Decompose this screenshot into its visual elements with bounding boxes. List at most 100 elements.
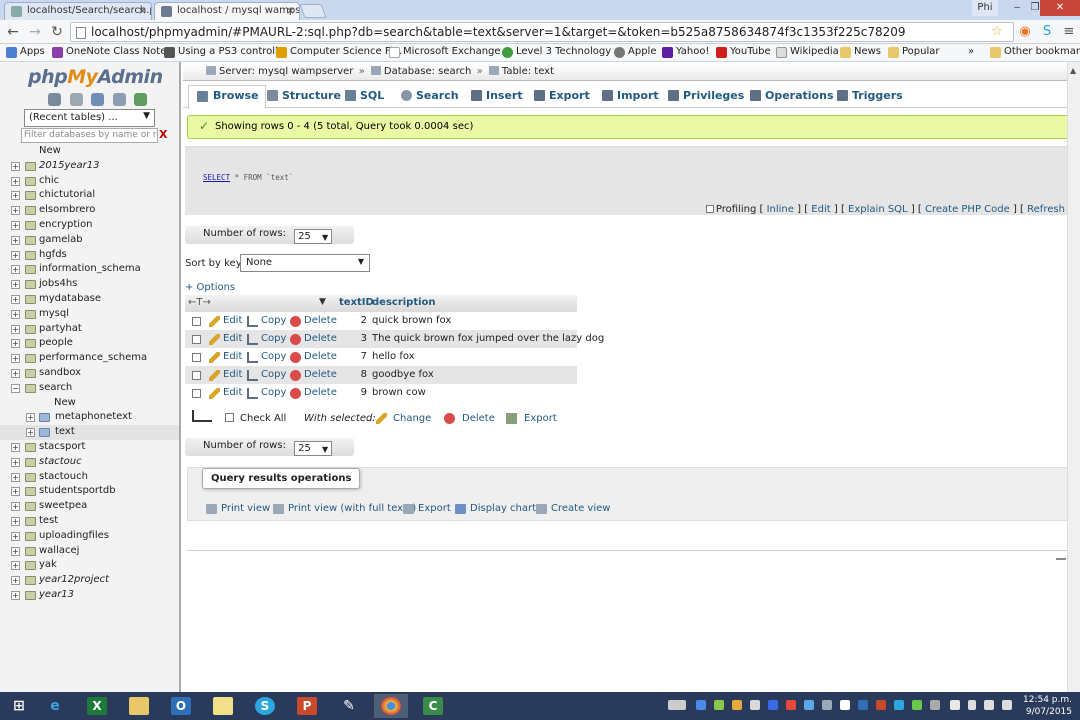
database-item[interactable]: + chic (0, 174, 179, 189)
expand-icon[interactable]: + (11, 368, 20, 378)
camtasia-icon[interactable]: C (416, 694, 450, 718)
database-item[interactable]: − search (0, 381, 179, 396)
database-item[interactable]: + chictutorial (0, 188, 179, 203)
tray-icon[interactable] (858, 700, 868, 710)
database-item[interactable]: + people (0, 336, 179, 351)
row-copy-button[interactable]: Copy (247, 351, 286, 363)
database-item[interactable]: + studentsportdb (0, 484, 179, 499)
bookmark-star-icon[interactable]: ☆ (988, 23, 1006, 41)
bookmark-news-folder[interactable]: News (840, 46, 881, 58)
database-item[interactable]: + text (0, 425, 179, 440)
cell-description[interactable]: The quick brown fox jumped over the lazy… (372, 333, 604, 344)
tray-icon[interactable] (696, 700, 706, 710)
expand-icon[interactable]: + (11, 354, 20, 364)
row-checkbox[interactable] (192, 389, 201, 398)
reload-icon[interactable]: ↻ (48, 23, 66, 41)
row-copy-button[interactable]: Copy (247, 333, 286, 345)
row-delete-button[interactable]: Delete (290, 315, 337, 327)
expand-icon[interactable]: + (11, 250, 20, 260)
options-link[interactable]: + Options (185, 282, 235, 293)
excel-icon[interactable]: X (80, 694, 114, 718)
tab-export[interactable]: Export (531, 89, 590, 102)
expand-icon[interactable]: + (11, 339, 20, 349)
edit-link[interactable]: Edit (811, 204, 830, 215)
expand-icon[interactable]: + (11, 324, 20, 334)
database-item[interactable]: + elsombrero (0, 203, 179, 218)
database-item[interactable]: + year13 (0, 588, 179, 603)
phpmyadmin-logo[interactable]: phpMyAdmin (28, 66, 163, 88)
database-item[interactable]: + wallacej (0, 544, 179, 559)
database-item[interactable]: + performance_schema (0, 351, 179, 366)
close-window-icon[interactable]: ✕ (1040, 0, 1080, 16)
expand-icon[interactable]: + (11, 294, 20, 304)
expand-icon[interactable]: + (11, 590, 20, 600)
export-link[interactable]: Export (403, 503, 451, 514)
sql-query-text[interactable]: SELECT * FROM `text` (203, 173, 293, 182)
print-view-full-texts-link[interactable]: Print view (with full texts) (273, 503, 416, 514)
breadcrumb-database[interactable]: Database: search (384, 66, 471, 77)
battery-icon[interactable] (968, 700, 976, 710)
network-icon[interactable] (984, 700, 994, 710)
row-copy-button[interactable]: Copy (247, 369, 286, 381)
skype-icon[interactable]: S (248, 694, 282, 718)
tray-icon[interactable] (822, 700, 832, 710)
expand-icon[interactable]: + (11, 235, 20, 245)
tab-structure[interactable]: Structure (264, 89, 341, 102)
bookmark-apple[interactable]: Apple (614, 46, 656, 58)
row-delete-button[interactable]: Delete (290, 333, 337, 345)
database-item[interactable]: + test (0, 514, 179, 529)
collapse-icon[interactable]: − (11, 383, 20, 393)
row-checkbox[interactable] (192, 317, 201, 326)
expand-icon[interactable]: + (11, 516, 20, 526)
tab-privileges[interactable]: Privileges (665, 89, 744, 102)
scroll-up-arrow-icon[interactable]: ▲ (1070, 66, 1076, 75)
database-item[interactable]: + metaphonetext (0, 410, 179, 425)
database-item[interactable]: + uploadingfiles (0, 529, 179, 544)
bookmarks-overflow-chevron[interactable]: » (968, 46, 974, 57)
tab-import[interactable]: Import (599, 89, 659, 102)
tray-icon[interactable] (714, 700, 724, 710)
tab-browse[interactable]: Browse (188, 85, 266, 109)
expand-icon[interactable]: + (11, 531, 20, 541)
tray-icon[interactable] (804, 700, 814, 710)
row-checkbox[interactable] (192, 353, 201, 362)
home-icon[interactable] (48, 93, 61, 106)
filter-databases-input[interactable]: Filter databases by name or re (21, 128, 158, 143)
database-item[interactable]: + year12project (0, 573, 179, 588)
clear-filter-icon[interactable]: X (159, 128, 167, 141)
main-scrollbar[interactable]: ▲ (1067, 62, 1080, 692)
bulk-change-button[interactable]: Change (393, 413, 431, 424)
tab-operations[interactable]: Operations (747, 89, 834, 102)
tab-close-icon[interactable]: × (138, 4, 147, 17)
bookmark-yahoo[interactable]: Yahoo! (662, 46, 709, 58)
tray-icon[interactable] (732, 700, 742, 710)
expand-icon[interactable]: + (11, 546, 20, 556)
tray-icon[interactable] (950, 700, 960, 710)
scroll-to-top-icon[interactable] (1056, 554, 1066, 560)
number-of-rows-select[interactable]: 25 ▼ (294, 229, 333, 244)
number-of-rows-select[interactable]: 25 ▼ (294, 441, 333, 456)
cell-description[interactable]: hello fox (372, 351, 415, 362)
breadcrumb-server[interactable]: Server: mysql wampserver (219, 66, 353, 77)
expand-icon[interactable]: + (11, 191, 20, 201)
database-item[interactable]: + stactouch (0, 470, 179, 485)
tab-close-icon[interactable]: × (286, 4, 295, 17)
browser-tab-search[interactable]: localhost/Search/search.p × (4, 2, 152, 20)
bookmark-compsci[interactable]: Computer Science Fi... (276, 46, 402, 58)
row-edit-button[interactable]: Edit (209, 315, 242, 327)
database-item[interactable]: + sweetpea (0, 499, 179, 514)
expand-icon[interactable]: + (11, 561, 20, 571)
database-item[interactable]: + gamelab (0, 233, 179, 248)
column-header-description[interactable]: description (372, 297, 436, 308)
cell-description[interactable]: goodbye fox (372, 369, 434, 380)
create-php-code-link[interactable]: Create PHP Code (925, 204, 1010, 215)
profiling-checkbox[interactable] (705, 205, 714, 213)
bookmark-ps3[interactable]: Using a PS3 controll... (164, 46, 287, 58)
recent-tables-select[interactable]: (Recent tables) ... ▼ (24, 109, 155, 127)
row-edit-button[interactable]: Edit (209, 387, 242, 399)
create-view-link[interactable]: Create view (536, 503, 610, 514)
database-item[interactable]: + jobs4hs (0, 277, 179, 292)
sort-triangle-icon[interactable]: ▼ (319, 297, 326, 307)
expand-icon[interactable]: + (26, 428, 35, 438)
tray-icon[interactable] (876, 700, 886, 710)
